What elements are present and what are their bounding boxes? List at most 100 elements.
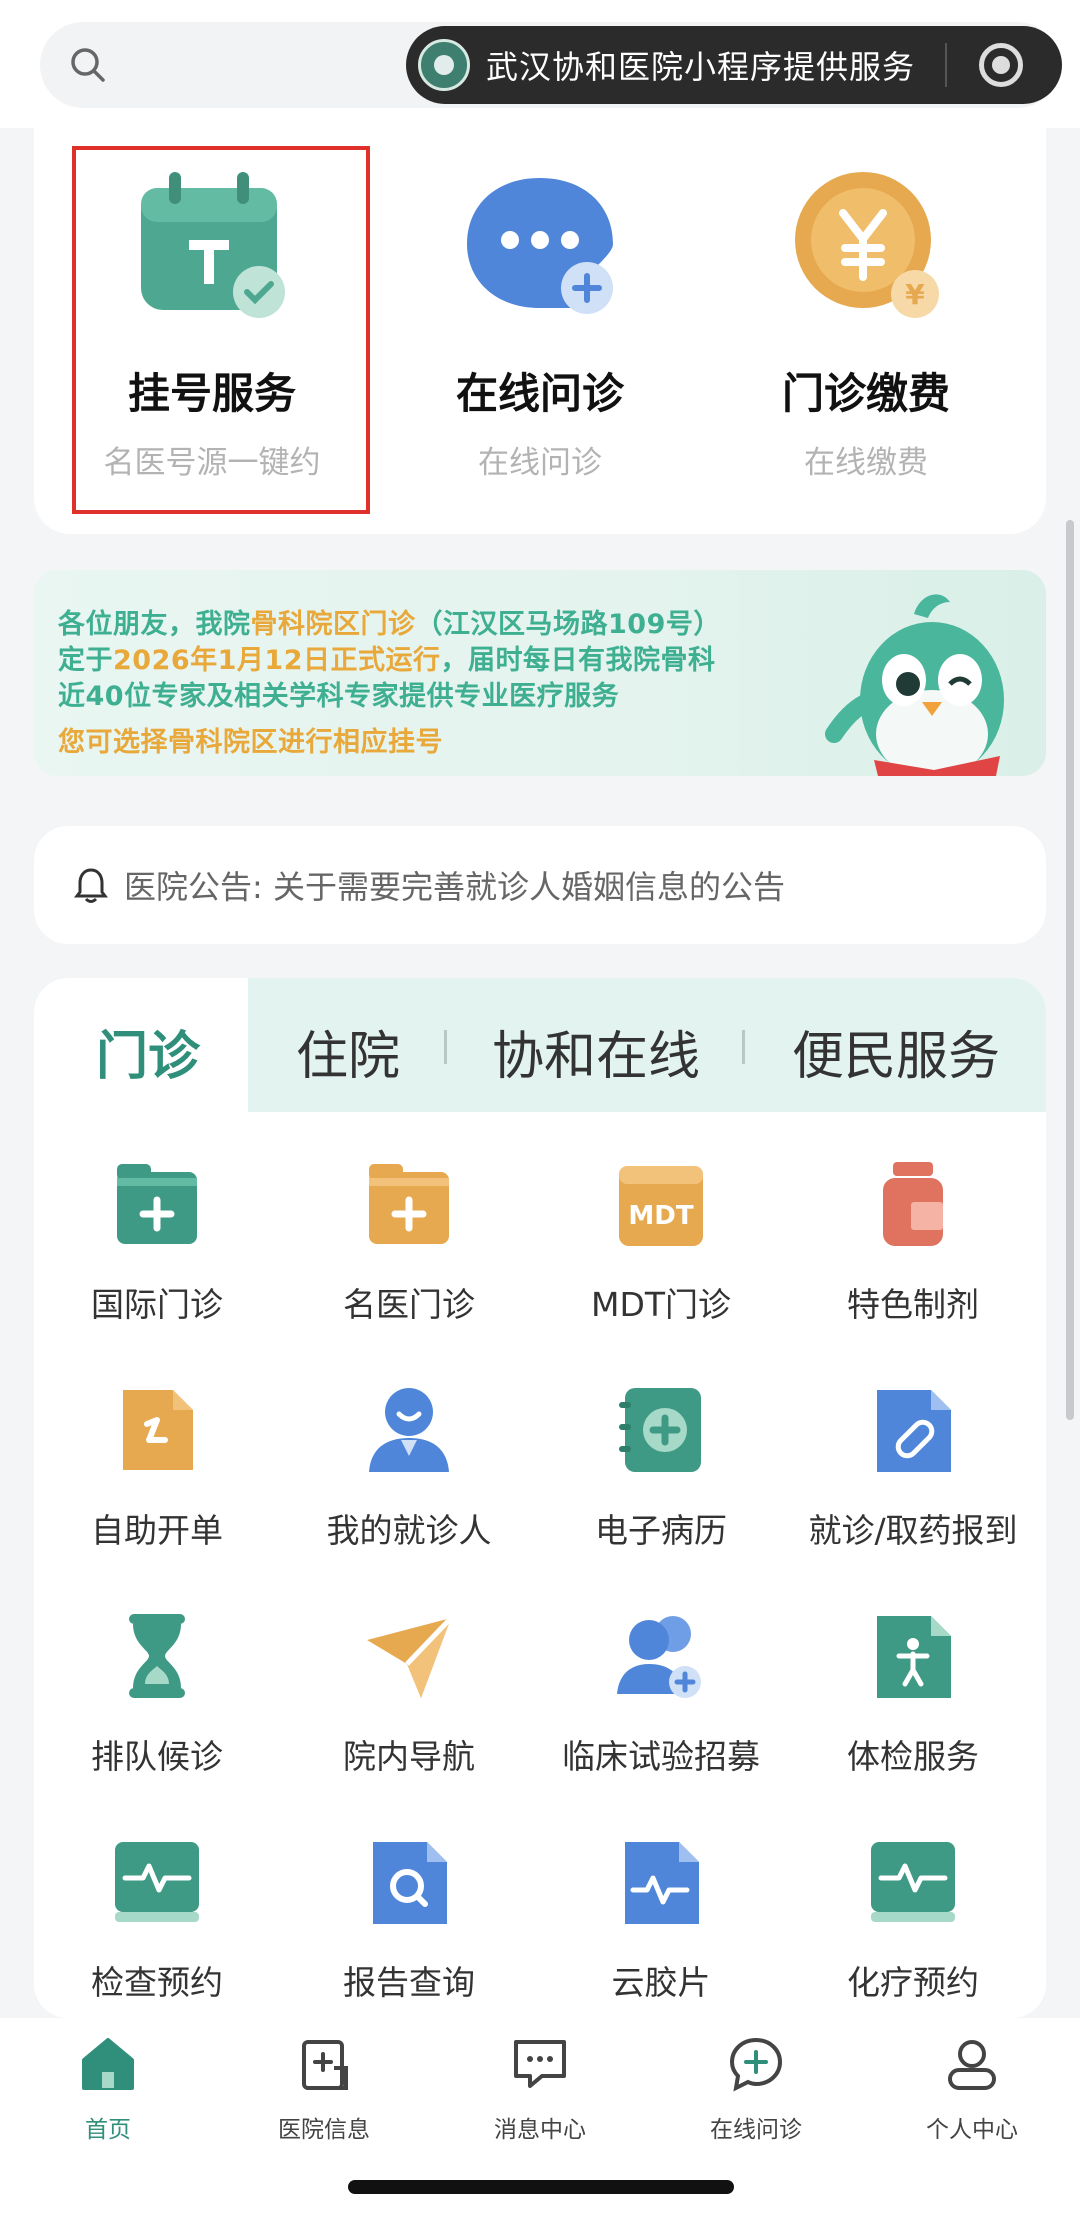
- medical-record-icon: [619, 1388, 701, 1472]
- grid-item-check-in[interactable]: 就诊/取药报到: [788, 1384, 1038, 1552]
- grid-item-emr[interactable]: 电子病历: [536, 1384, 786, 1552]
- nav-label: 在线问诊: [710, 2117, 802, 2143]
- folder-plus-icon: [117, 1164, 197, 1244]
- banner-text: 定于: [58, 645, 113, 676]
- home-icon: [82, 2038, 134, 2090]
- grid-item-exam-booking[interactable]: 检查预约: [34, 1836, 282, 2004]
- banner-cta: 您可选择骨科院区进行相应挂号: [58, 727, 443, 758]
- announcement-bar[interactable]: 医院公告: 关于需要完善就诊人婚姻信息的公告: [34, 826, 1046, 944]
- service-name: 在线问诊: [455, 369, 624, 418]
- capsule-title: 武汉协和医院小程序提供服务: [486, 48, 916, 86]
- grid-item-navigation[interactable]: 院内导航: [284, 1610, 534, 1778]
- tab-outpatient[interactable]: 门诊: [96, 1014, 200, 1089]
- grid-item-international[interactable]: 国际门诊: [34, 1158, 282, 1326]
- grid-item-physical-exam[interactable]: 体检服务: [788, 1610, 1038, 1778]
- grid-item-label: 院内导航: [343, 1737, 475, 1776]
- nav-home[interactable]: 首页: [28, 2034, 188, 2144]
- grid-item-report-query[interactable]: 报告查询: [284, 1836, 534, 2004]
- grid-item-label: 国际门诊: [91, 1285, 223, 1324]
- banner-highlight: 2026年1月12日正式运行: [113, 645, 441, 676]
- document-pen-icon: [123, 1390, 193, 1470]
- grid-item-label: 我的就诊人: [326, 1511, 492, 1550]
- grid-item-queue[interactable]: 排队候诊: [34, 1610, 282, 1778]
- pill-document-icon: [877, 1390, 951, 1472]
- hospital-logo-icon: [418, 39, 470, 91]
- tab-separator: [742, 1030, 745, 1064]
- user-icon: [948, 2040, 996, 2090]
- nav-label: 首页: [85, 2117, 131, 2143]
- grid-item-label: 体检服务: [847, 1737, 979, 1776]
- banner-text: （江汉区马场路109号）: [415, 609, 721, 640]
- grid-item-label: MDT门诊: [590, 1285, 732, 1324]
- banner-line-2: 定于2026年1月12日正式运行，届时每日有我院骨科: [58, 638, 716, 677]
- grid-item-clinical-trial[interactable]: 临床试验招募: [536, 1610, 786, 1778]
- grid-item-label: 临床试验招募: [562, 1737, 760, 1776]
- service-subtitle: 在线问诊: [478, 445, 602, 481]
- mdt-calendar-icon: MDT: [619, 1166, 703, 1246]
- highlight-box: [72, 146, 370, 514]
- green-bird-mascot-icon: [825, 594, 1004, 776]
- tab-separator: [444, 1030, 447, 1064]
- close-target-icon[interactable]: [979, 43, 1024, 87]
- nav-label: 医院信息: [278, 2117, 370, 2143]
- message-icon: [514, 2040, 566, 2088]
- hospital-info-icon: [302, 2040, 348, 2090]
- grid-item-preparation[interactable]: 特色制剂: [788, 1158, 1038, 1326]
- mini-program-capsule[interactable]: 武汉协和医院小程序提供服务: [406, 26, 1062, 104]
- home-indicator: [348, 2180, 734, 2194]
- nav-messages[interactable]: 消息中心: [460, 2034, 620, 2144]
- service-name: 门诊缴费: [781, 369, 950, 418]
- service-payment[interactable]: ¥ 门诊缴费 在线缴费: [706, 158, 1026, 482]
- grid-item-label: 报告查询: [343, 1963, 475, 2002]
- grid-item-famous-doctor[interactable]: 名医门诊: [284, 1158, 534, 1326]
- medicine-bottle-icon: [883, 1162, 943, 1246]
- grid-item-label: 检查预约: [91, 1963, 223, 2002]
- nav-label: 消息中心: [494, 2117, 586, 2143]
- hourglass-icon: [129, 1614, 185, 1698]
- capsule-divider: [945, 43, 948, 87]
- grid-item-cloud-film[interactable]: 云胶片: [536, 1836, 786, 2004]
- svg-text:¥: ¥: [905, 278, 925, 311]
- grid-item-mdt[interactable]: MDT MDT门诊: [536, 1158, 786, 1326]
- nav-profile[interactable]: 个人中心: [892, 2034, 1052, 2144]
- grid-item-label: 化疗预约: [847, 1963, 979, 2002]
- person-icon: [369, 1388, 449, 1472]
- search-icon[interactable]: [68, 45, 108, 85]
- folder-plus-icon: [369, 1164, 449, 1244]
- people-plus-icon: [617, 1616, 701, 1698]
- banner-highlight: 骨科院区门诊: [250, 609, 416, 640]
- banner-line-3: 近40位专家及相关学科专家提供专业医疗服务: [58, 681, 620, 712]
- grid-item-label: 云胶片: [611, 1963, 711, 2002]
- banner-line-1: 各位朋友，我院骨科院区门诊（江汉区马场路109号）: [58, 602, 721, 641]
- announcement-text: 医院公告: 关于需要完善就诊人婚姻信息的公告: [124, 868, 785, 906]
- svg-text:MDT: MDT: [628, 1201, 693, 1231]
- yen-coin-icon: ¥: [795, 172, 939, 318]
- pulse-document-icon: [625, 1842, 699, 1924]
- chat-bubble-plus-icon: [467, 178, 613, 314]
- grid-item-label: 特色制剂: [847, 1285, 979, 1324]
- nav-online-consult[interactable]: 在线问诊: [676, 2034, 836, 2144]
- service-subtitle: 在线缴费: [804, 445, 928, 481]
- grid-item-label: 就诊/取药报到: [808, 1511, 1018, 1550]
- top-bar: 武汉协和医院小程序提供服务: [0, 0, 1080, 128]
- search-report-icon: [373, 1842, 447, 1924]
- services-card: 挂号服务 名医号源一键约 在线问诊 在线问诊 ¥ 门诊缴费 在线缴费: [34, 128, 1046, 534]
- promo-banner[interactable]: 各位朋友，我院骨科院区门诊（江汉区马场路109号） 定于2026年1月12日正式…: [34, 570, 1046, 776]
- service-online-consult[interactable]: 在线问诊 在线问诊: [380, 158, 700, 482]
- tab-convenience[interactable]: 便民服务: [792, 1014, 1000, 1089]
- nav-label: 个人中心: [926, 2117, 1018, 2143]
- nav-hospital-info[interactable]: 医院信息: [244, 2034, 404, 2144]
- body-check-icon: [877, 1616, 951, 1698]
- grid-item-chemo-booking[interactable]: 化疗预约: [788, 1836, 1038, 2004]
- grid-item-self-order[interactable]: 自助开单: [34, 1384, 282, 1552]
- paper-plane-icon: [367, 1616, 453, 1698]
- grid-item-my-patients[interactable]: 我的就诊人: [284, 1384, 534, 1552]
- tab-inpatient[interactable]: 住院: [296, 1014, 400, 1089]
- scrollbar[interactable]: [1066, 520, 1074, 1420]
- bell-icon: [74, 868, 108, 903]
- ecg-monitor-icon: [115, 1842, 199, 1922]
- tab-union-online[interactable]: 协和在线: [492, 1014, 700, 1089]
- banner-text: ，届时每日有我院骨科: [440, 645, 716, 676]
- grid-item-label: 电子病历: [595, 1511, 727, 1550]
- function-grid-card: 门诊 住院 协和在线 便民服务 国际门诊 名医门诊 MDT MDT门诊 特色制剂…: [34, 978, 1046, 2018]
